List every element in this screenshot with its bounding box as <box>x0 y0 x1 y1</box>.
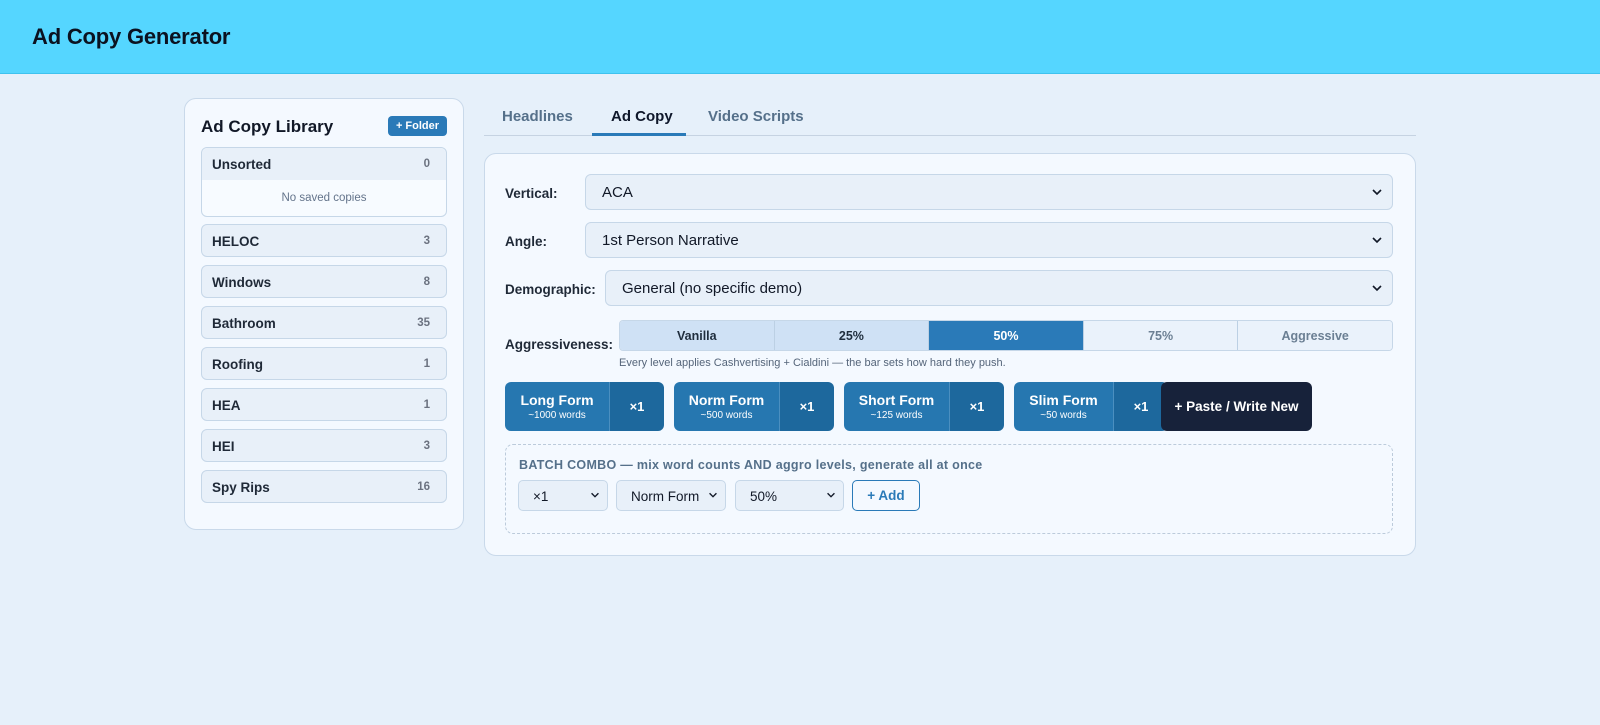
vertical-label: Vertical: <box>505 186 558 201</box>
aggro-75[interactable]: 75% <box>1083 321 1239 350</box>
chevron-down-icon <box>1372 285 1382 292</box>
app-header: Ad Copy Generator <box>0 0 1600 74</box>
norm-form-button[interactable]: Norm Form ~500 words ×1 <box>674 382 834 431</box>
folder-name: HEA <box>212 398 241 413</box>
tab-video-scripts[interactable]: Video Scripts <box>708 108 804 125</box>
chevron-down-icon <box>1372 189 1382 196</box>
aggro-25[interactable]: 25% <box>774 321 930 350</box>
demographic-label: Demographic: <box>505 282 596 297</box>
app-title: Ad Copy Generator <box>32 24 231 49</box>
aggro-50[interactable]: 50% <box>929 321 1084 350</box>
long-form-multiplier[interactable]: ×1 <box>609 382 664 431</box>
vertical-select[interactable]: ACA <box>585 174 1393 210</box>
aggro-aggressive[interactable]: Aggressive <box>1238 321 1392 350</box>
active-tab-indicator <box>592 133 686 136</box>
length-words: ~125 words <box>870 410 923 421</box>
folder-windows[interactable]: Windows 8 <box>201 265 447 298</box>
length-name: Short Form <box>858 392 935 408</box>
aggressiveness-bar: Vanilla 25% 50% 75% Aggressive <box>619 320 1393 351</box>
norm-form-main: Norm Form ~500 words <box>674 382 779 431</box>
long-form-main: Long Form ~1000 words <box>505 382 609 431</box>
folder-count: 35 <box>417 317 430 329</box>
length-name: Slim Form <box>1029 392 1098 408</box>
tab-headlines[interactable]: Headlines <box>502 108 573 125</box>
folder-roofing[interactable]: Roofing 1 <box>201 347 447 380</box>
aggro-vanilla[interactable]: Vanilla <box>620 321 775 350</box>
demographic-select[interactable]: General (no specific demo) <box>605 270 1393 306</box>
batch-count-value: ×1 <box>533 489 549 504</box>
paste-write-new-button[interactable]: + Paste / Write New <box>1161 382 1312 431</box>
tab-ad-copy[interactable]: Ad Copy <box>611 108 673 125</box>
short-form-button[interactable]: Short Form ~125 words ×1 <box>844 382 1004 431</box>
chevron-down-icon <box>709 492 717 498</box>
add-folder-button[interactable]: + Folder <box>388 116 447 136</box>
folder-count: 1 <box>423 399 430 411</box>
tab-bar: Headlines Ad Copy Video Scripts <box>484 98 1416 136</box>
batch-form-value: Norm Form <box>631 489 700 504</box>
folder-spy-rips[interactable]: Spy Rips 16 <box>201 470 447 503</box>
folder-count: 3 <box>423 235 430 247</box>
chevron-down-icon <box>591 492 599 498</box>
slim-form-main: Slim Form ~50 words <box>1014 382 1113 431</box>
angle-value: 1st Person Narrative <box>602 232 739 249</box>
folder-hea[interactable]: HEA 1 <box>201 388 447 421</box>
library-title: Ad Copy Library <box>201 117 334 136</box>
empty-folder-text: No saved copies <box>281 192 367 204</box>
folder-name: HEI <box>212 439 235 454</box>
folder-heloc[interactable]: HELOC 3 <box>201 224 447 257</box>
demographic-value: General (no specific demo) <box>622 280 803 297</box>
length-words: ~50 words <box>1040 410 1087 421</box>
batch-combo-title: BATCH COMBO — mix word counts AND aggro … <box>519 458 983 472</box>
vertical-value: ACA <box>602 184 633 201</box>
generator-panel: Vertical: ACA Angle: 1st Person Narrativ… <box>484 153 1416 556</box>
angle-label: Angle: <box>505 234 547 249</box>
long-form-button[interactable]: Long Form ~1000 words ×1 <box>505 382 664 431</box>
folder-count: 0 <box>423 158 430 170</box>
folder-count: 1 <box>423 358 430 370</box>
short-form-multiplier[interactable]: ×1 <box>949 382 1004 431</box>
aggressiveness-hint: Every level applies Cashvertising + Cial… <box>619 357 1006 369</box>
slim-form-multiplier[interactable]: ×1 <box>1113 382 1168 431</box>
folder-name: Roofing <box>212 357 263 372</box>
folder-name: Unsorted <box>212 157 272 172</box>
folder-name: HELOC <box>212 234 260 249</box>
batch-combo: BATCH COMBO — mix word counts AND aggro … <box>505 444 1393 534</box>
length-words: ~1000 words <box>528 410 586 421</box>
batch-aggro-select[interactable]: 50% <box>735 480 844 511</box>
length-name: Long Form <box>520 392 594 408</box>
folder-count: 3 <box>423 440 430 452</box>
slim-form-button[interactable]: Slim Form ~50 words ×1 <box>1014 382 1168 431</box>
batch-count-select[interactable]: ×1 <box>518 480 608 511</box>
norm-form-multiplier[interactable]: ×1 <box>779 382 834 431</box>
short-form-main: Short Form ~125 words <box>844 382 949 431</box>
length-name: Norm Form <box>688 392 765 408</box>
folder-name: Windows <box>212 275 272 290</box>
folder-hei[interactable]: HEI 3 <box>201 429 447 462</box>
folder-name: Spy Rips <box>212 480 270 495</box>
folder-bathroom[interactable]: Bathroom 35 <box>201 306 447 339</box>
batch-aggro-value: 50% <box>750 489 778 504</box>
batch-add-button[interactable]: + Add <box>852 480 920 511</box>
folder-count: 8 <box>423 276 430 288</box>
chevron-down-icon <box>827 492 835 498</box>
batch-form-select[interactable]: Norm Form <box>616 480 726 511</box>
length-words: ~500 words <box>700 410 753 421</box>
chevron-down-icon <box>1372 237 1382 244</box>
folder-name: Bathroom <box>212 316 276 331</box>
folder-unsorted[interactable]: Unsorted 0 No saved copies <box>201 147 447 217</box>
ad-copy-library: Ad Copy Library + Folder Unsorted 0 No s… <box>184 98 464 530</box>
angle-select[interactable]: 1st Person Narrative <box>585 222 1393 258</box>
aggressiveness-label: Aggressiveness: <box>505 337 614 352</box>
folder-count: 16 <box>417 481 430 493</box>
